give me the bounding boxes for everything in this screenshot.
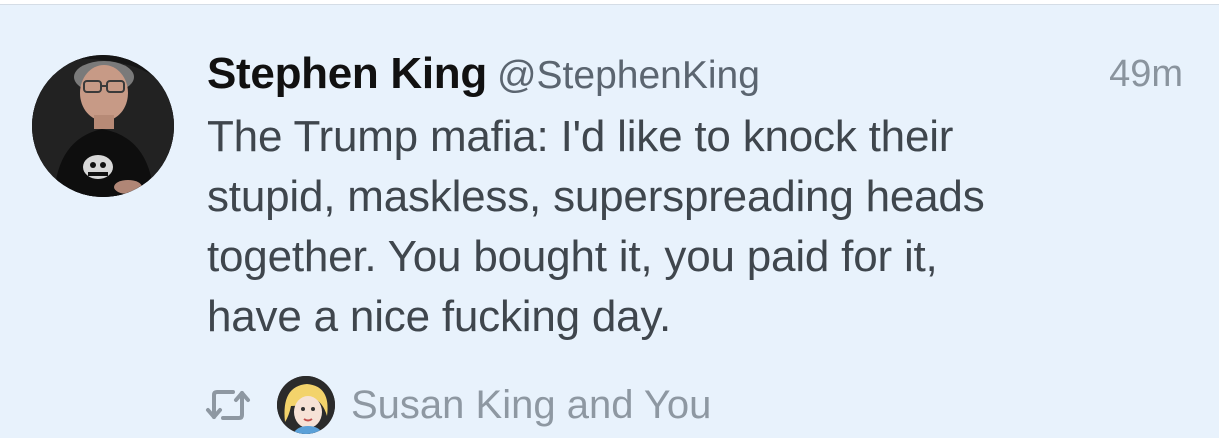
cartoon-avatar-icon xyxy=(277,376,335,434)
tweet-body: The Trump mafia: I'd like to knock their… xyxy=(207,107,1167,347)
tweet-card[interactable]: Stephen King @StephenKing 49m The Trump m… xyxy=(0,4,1219,438)
author-display-name[interactable]: Stephen King xyxy=(207,49,487,98)
retweet-icon xyxy=(206,390,250,420)
avatar-photo-icon xyxy=(32,55,174,197)
tweet-text-line: stupid, maskless, superspreading heads xyxy=(207,172,985,221)
tweet-timestamp[interactable]: 49m xyxy=(1109,53,1183,96)
tweet-header: Stephen King @StephenKing 49m xyxy=(207,49,1183,101)
tweet-text-line: together. You bought it, you paid for it… xyxy=(207,232,938,281)
tweet-text-line: have a nice fucking day. xyxy=(207,292,672,341)
retweeter-avatar[interactable] xyxy=(277,376,335,434)
retweet-context[interactable]: Susan King and You xyxy=(205,375,711,435)
author-handle[interactable]: @StephenKing xyxy=(497,54,760,97)
retweeted-by-text[interactable]: Susan King and You xyxy=(351,383,711,428)
author-avatar[interactable] xyxy=(32,55,174,197)
tweet-text-line: The Trump mafia: I'd like to knock their xyxy=(207,112,954,161)
